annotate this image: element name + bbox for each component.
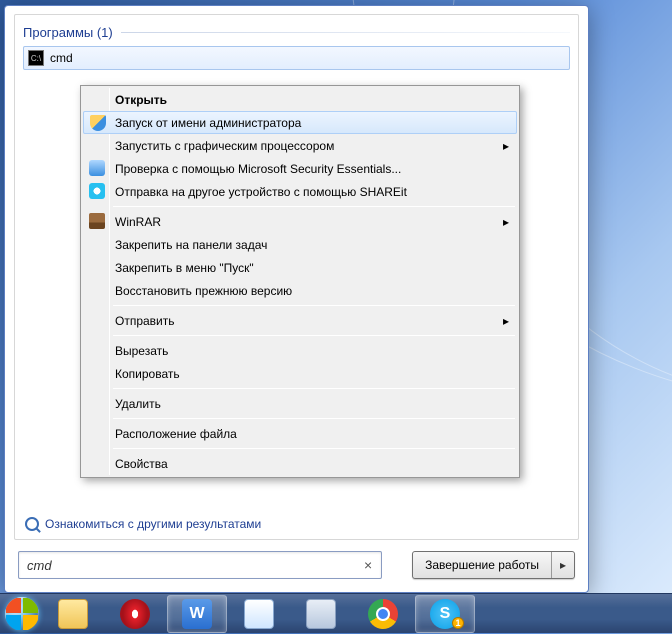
context-menu-item-label: Свойства — [115, 457, 168, 471]
context-menu-item-label: Отправить — [115, 314, 175, 328]
section-header-label: Программы (1) — [23, 25, 113, 40]
word-icon: W — [182, 599, 212, 629]
result-item-cmd[interactable]: C:\ cmd — [23, 46, 570, 70]
taskbar-item-word[interactable]: W — [167, 595, 227, 633]
notepad-icon — [244, 599, 274, 629]
clear-search-icon[interactable]: × — [359, 557, 377, 573]
calculator-icon — [306, 599, 336, 629]
context-menu-item-label: Проверка с помощью Microsoft Security Es… — [115, 162, 401, 176]
result-item-label: cmd — [50, 51, 73, 65]
shutdown-options-arrow[interactable]: ▸ — [552, 552, 574, 578]
start-menu-bottom-row: × Завершение работы ▸ — [18, 551, 575, 579]
context-menu-item[interactable]: Свойства — [83, 452, 517, 475]
context-menu-item-label: Закрепить на панели задач — [115, 238, 267, 252]
context-menu-item[interactable]: Удалить — [83, 392, 517, 415]
context-menu-separator — [113, 305, 515, 306]
context-menu-item-label: Запуск от имени администратора — [115, 116, 301, 130]
taskbar-item-opera[interactable] — [105, 595, 165, 633]
cmd-icon: C:\ — [28, 50, 44, 66]
section-header-programs: Программы (1) — [23, 21, 570, 46]
notification-badge: 1 — [452, 617, 464, 629]
context-menu-item[interactable]: Отправить ▸ — [83, 309, 517, 332]
context-menu-item-label: Вырезать — [115, 344, 168, 358]
see-more-label: Ознакомиться с другими результатами — [45, 517, 261, 531]
context-menu-item[interactable]: Открыть — [83, 88, 517, 111]
shutdown-label: Завершение работы — [425, 558, 539, 572]
context-menu-item-label: Копировать — [115, 367, 180, 381]
context-menu-item[interactable]: Закрепить на панели задач — [83, 233, 517, 256]
shutdown-button[interactable]: Завершение работы — [413, 552, 552, 578]
context-menu-separator — [113, 335, 515, 336]
submenu-arrow-icon: ▸ — [503, 215, 509, 229]
winrar-icon — [89, 213, 105, 229]
context-menu-item[interactable]: Проверка с помощью Microsoft Security Es… — [83, 157, 517, 180]
context-menu-item-label: Отправка на другое устройство с помощью … — [115, 185, 407, 199]
submenu-arrow-icon: ▸ — [503, 314, 509, 328]
taskbar-item-calculator[interactable] — [291, 595, 351, 633]
taskbar-item-chrome[interactable] — [353, 595, 413, 633]
search-input[interactable] — [23, 558, 359, 573]
context-menu-item-label: Закрепить в меню "Пуск" — [115, 261, 254, 275]
start-button[interactable] — [2, 594, 42, 634]
context-menu-item[interactable]: Отправка на другое устройство с помощью … — [83, 180, 517, 203]
shareit-icon — [89, 183, 105, 199]
windows-logo-icon — [5, 597, 39, 631]
shutdown-button-group: Завершение работы ▸ — [412, 551, 575, 579]
submenu-arrow-icon: ▸ — [503, 139, 509, 153]
context-menu-item[interactable]: Расположение файла — [83, 422, 517, 445]
context-menu-item-label: Расположение файла — [115, 427, 237, 441]
opera-icon — [120, 599, 150, 629]
context-menu-item-label: Удалить — [115, 397, 161, 411]
taskbar-item-notepad[interactable] — [229, 595, 289, 633]
context-menu-separator — [113, 388, 515, 389]
search-box[interactable]: × — [18, 551, 382, 579]
context-menu-separator — [113, 448, 515, 449]
taskbar-item-skype[interactable]: S 1 — [415, 595, 475, 633]
context-menu-item-label: WinRAR — [115, 215, 161, 229]
explorer-icon — [58, 599, 88, 629]
chrome-icon — [368, 599, 398, 629]
context-menu-item[interactable]: Запуск от имени администратора — [83, 111, 517, 134]
context-menu-item-label: Открыть — [115, 93, 167, 107]
context-menu-item[interactable]: Закрепить в меню "Пуск" — [83, 256, 517, 279]
taskbar: W S 1 — [0, 593, 672, 633]
context-menu-item[interactable]: WinRAR ▸ — [83, 210, 517, 233]
taskbar-item-explorer[interactable] — [43, 595, 103, 633]
search-icon — [25, 517, 39, 531]
context-menu-separator — [113, 206, 515, 207]
context-menu-item-label: Восстановить прежнюю версию — [115, 284, 292, 298]
context-menu-item[interactable]: Копировать — [83, 362, 517, 385]
see-more-results-link[interactable]: Ознакомиться с другими результатами — [25, 517, 261, 531]
context-menu-item[interactable]: Запустить с графическим процессором ▸ — [83, 134, 517, 157]
context-menu-separator — [113, 418, 515, 419]
context-menu-item[interactable]: Вырезать — [83, 339, 517, 362]
context-menu-item[interactable]: Восстановить прежнюю версию — [83, 279, 517, 302]
mse-icon — [89, 160, 105, 176]
context-menu-item-label: Запустить с графическим процессором — [115, 139, 334, 153]
context-menu: Открыть Запуск от имени администратора Зап… — [80, 85, 520, 478]
shield-icon — [90, 115, 106, 131]
